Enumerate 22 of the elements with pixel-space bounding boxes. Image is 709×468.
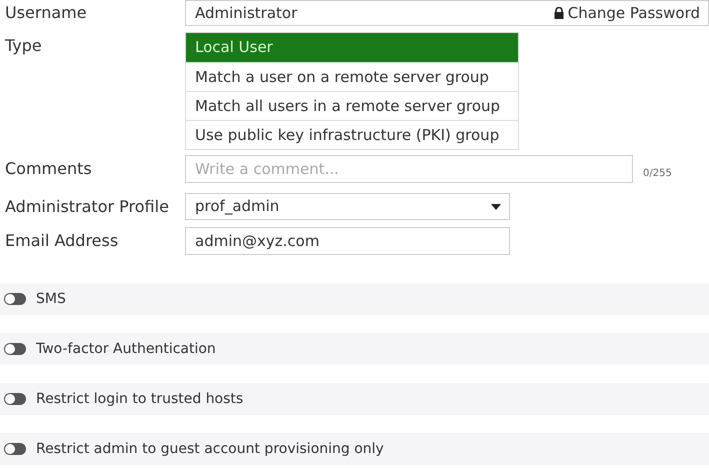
field-label: Type [4,35,43,57]
comments-field[interactable]: Write a comment... [185,155,633,183]
toggle-label: Restrict admin to guest account provisioning only [36,440,384,458]
caret-icon [491,204,501,210]
toggle-switch[interactable] [4,443,26,455]
toggle-label: Two-factor Authentication [36,340,216,358]
username-field[interactable]: Administrator Change Password [185,0,709,26]
field-label: Administrator Profile [4,196,170,218]
field-label: Username [4,2,88,24]
toggle-label: Restrict login to trusted hosts [36,390,244,408]
type-option[interactable]: Local User [186,33,518,62]
field-label: Email Address [4,230,120,252]
toggle-switch[interactable] [4,393,26,405]
profile-dropdown[interactable]: prof_admin [185,193,510,220]
field-label: Comments [4,158,93,180]
lock-icon [554,7,564,19]
toggle-switch[interactable] [4,343,26,355]
character-counter: 0/255 [643,166,672,180]
email-field[interactable]: admin@xyz.com [185,227,510,255]
toggle-switch[interactable] [4,293,26,305]
change-password-button[interactable]: Change Password [554,2,708,24]
toggle-label: SMS [36,290,66,308]
